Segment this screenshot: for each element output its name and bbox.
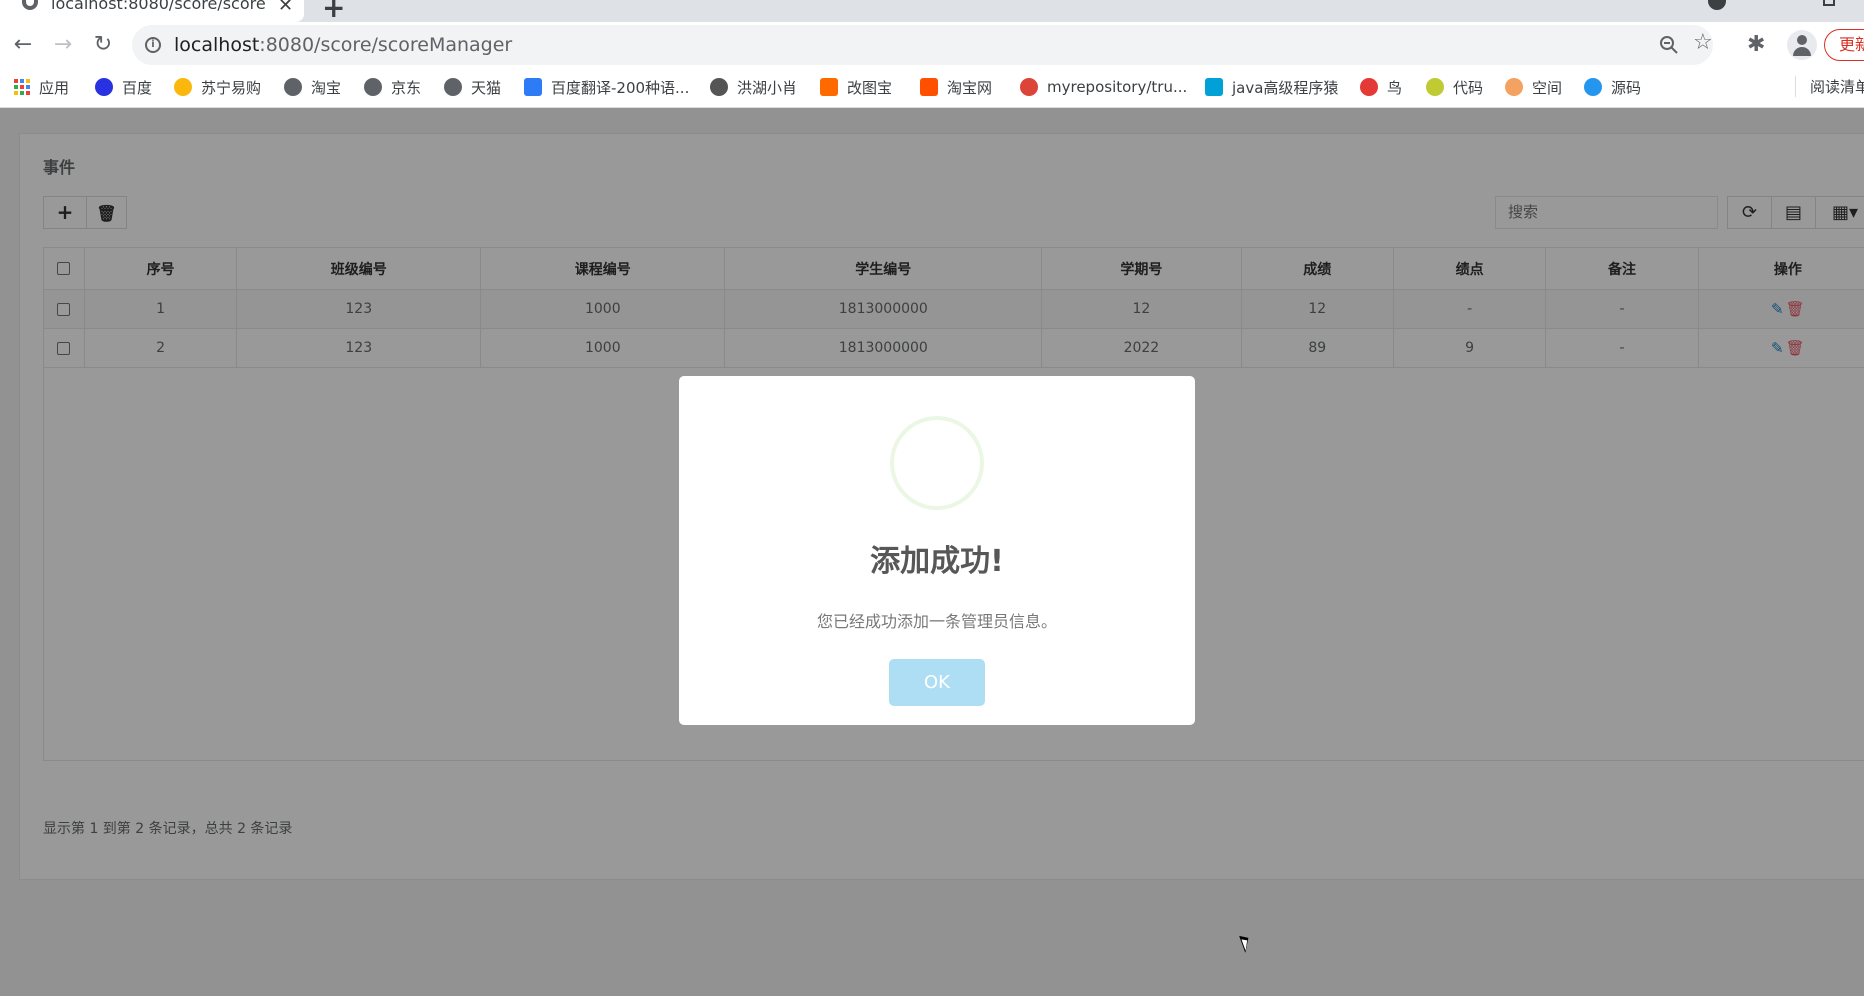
docker-icon [1584, 78, 1602, 96]
bookmark-myrepository[interactable]: myrepository/tru... [1020, 76, 1187, 98]
url-host: localhost [174, 34, 260, 56]
bird-red-icon [1360, 78, 1378, 96]
bookmark-label: 天猫 [471, 78, 502, 97]
bookmark-label: 百度翻译-200种语... [551, 78, 690, 97]
bookmark-java[interactable]: java高级程序猿 [1205, 76, 1338, 98]
success-dialog: 添加成功! 您已经成功添加一条管理员信息。 OK [679, 376, 1195, 725]
url-path: :8080/score/scoreManager [259, 34, 513, 56]
browser-toolbar: ← → ↻ i localhost:8080/score/scoreManage… [0, 22, 1864, 68]
close-tab-icon[interactable]: ✕ [278, 0, 293, 16]
bookmark-baidu[interactable]: 百度 [95, 76, 152, 98]
window-restore-icon[interactable] [1823, 0, 1835, 6]
bookmark-honghu[interactable]: 洪湖小肖 [710, 76, 797, 98]
bookmark-jd[interactable]: 京东 [364, 76, 421, 98]
qzone-icon [1505, 78, 1523, 96]
chrome-icon [1020, 78, 1038, 96]
tab-strip: localhost:8080/score/scoreManager ✕ + [0, 0, 1864, 24]
bilibili-icon [1205, 78, 1223, 96]
dialog-title: 添加成功! [870, 544, 1004, 579]
bookmark-label: 京东 [391, 78, 422, 97]
bookmark-taobao-net[interactable]: 淘宝网 [920, 76, 992, 98]
bookmark-label: 百度 [122, 78, 153, 97]
apps-grid-icon [14, 79, 30, 95]
bookmark-star-icon[interactable]: ☆ [1693, 30, 1713, 55]
bookmark-qzone[interactable]: 空间 [1505, 76, 1562, 98]
bookmark-gaitubao[interactable]: 改图宝 [820, 76, 892, 98]
bookmark-label: 代码 [1453, 78, 1484, 97]
bookmark-label: 改图宝 [847, 78, 893, 97]
url-text[interactable]: localhost:8080/score/scoreManager [174, 34, 512, 56]
bookmark-label: 洪湖小肖 [737, 78, 798, 97]
bookmark-taobao[interactable]: 淘宝 [284, 76, 341, 98]
dialog-message: 您已经成功添加一条管理员信息。 [816, 612, 1057, 631]
bookmark-label: myrepository/tru... [1047, 78, 1188, 96]
update-button[interactable]: 更新 [1824, 29, 1864, 61]
extensions-puzzle-icon[interactable]: ✱ [1747, 32, 1765, 57]
back-arrow-icon[interactable]: ← [8, 30, 38, 60]
bookmarks-bar: 应用 百度 苏宁易购 淘宝 京东 天猫 百度翻译-200种语... 洪湖小肖 改… [0, 68, 1864, 108]
globe-icon [22, 0, 38, 10]
tab-search-icon[interactable] [1708, 0, 1726, 10]
bookmark-label: 鸟 [1387, 78, 1403, 97]
new-tab-icon[interactable]: + [322, 0, 345, 24]
bookmark-label: java高级程序猿 [1232, 78, 1339, 97]
bookmark-label: 空间 [1532, 78, 1563, 97]
bird-icon [710, 78, 728, 96]
tab-title: localhost:8080/score/scoreManager [51, 0, 266, 13]
globe-icon [284, 78, 302, 96]
reading-list[interactable]: 阅读清单 [1795, 76, 1864, 97]
translate-icon [524, 78, 542, 96]
bookmark-suning[interactable]: 苏宁易购 [174, 76, 261, 98]
browser-tab[interactable]: localhost:8080/score/scoreManager ✕ [0, 0, 304, 22]
reload-icon[interactable]: ↻ [88, 30, 118, 60]
bookmark-label: 苏宁易购 [201, 78, 262, 97]
bookmark-code[interactable]: 代码 [1426, 76, 1483, 98]
taobao-icon [920, 78, 938, 96]
bookmark-bird[interactable]: 鸟 [1360, 76, 1402, 98]
bookmark-label: 淘宝 [311, 78, 342, 97]
suning-icon [174, 78, 192, 96]
address-bar[interactable]: i localhost:8080/score/scoreManager ☆ [132, 25, 1713, 65]
bookmark-label: 应用 [39, 78, 70, 97]
forward-arrow-icon[interactable]: → [48, 30, 78, 60]
baidu-paw-icon [95, 78, 113, 96]
bookmark-baidu-translate[interactable]: 百度翻译-200种语... [524, 76, 689, 98]
code-icon [1426, 78, 1444, 96]
profile-avatar-icon[interactable] [1787, 30, 1817, 60]
globe-icon [364, 78, 382, 96]
bookmark-label: 源码 [1611, 78, 1642, 97]
bookmark-apps[interactable]: 应用 [14, 76, 69, 98]
gaitubao-icon [820, 78, 838, 96]
globe-icon [444, 78, 462, 96]
success-check-icon [890, 416, 984, 510]
zoom-out-icon[interactable] [1659, 35, 1679, 55]
site-info-icon[interactable]: i [145, 37, 161, 53]
ok-button[interactable]: OK [889, 659, 985, 706]
bookmark-tmall[interactable]: 天猫 [444, 76, 501, 98]
bookmark-source[interactable]: 源码 [1584, 76, 1641, 98]
bookmark-label: 淘宝网 [947, 78, 993, 97]
